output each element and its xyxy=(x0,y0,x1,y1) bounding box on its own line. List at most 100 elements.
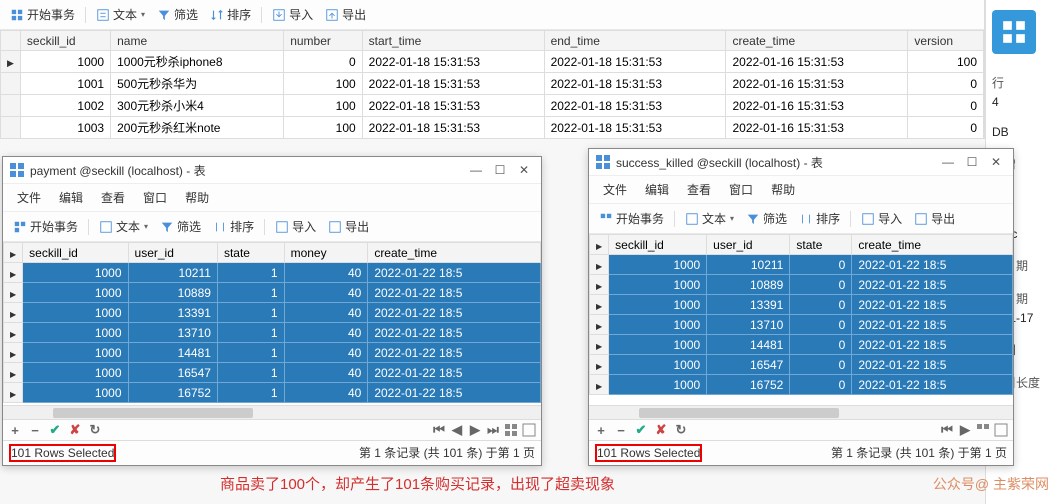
start-task-button[interactable]: 开始事务 xyxy=(9,216,82,237)
minimize-button[interactable]: — xyxy=(937,153,959,171)
table-row[interactable]: 1000133911402022-01-22 18:5 xyxy=(4,303,541,323)
export-button[interactable]: 导出 xyxy=(321,4,370,25)
text-button[interactable]: 文本▾ xyxy=(95,216,152,237)
col-header[interactable]: create_time xyxy=(852,235,1013,255)
delete-row-icon[interactable]: − xyxy=(613,422,629,438)
add-row-icon[interactable]: + xyxy=(7,422,23,438)
col-header[interactable]: seckill_id xyxy=(609,235,707,255)
col-version[interactable]: version xyxy=(908,31,984,51)
grid-view-icon[interactable] xyxy=(503,422,519,438)
close-button[interactable]: ✕ xyxy=(513,161,535,179)
table-row[interactable]: 10001088902022-01-22 18:5 xyxy=(590,275,1013,295)
col-header[interactable]: state xyxy=(217,243,284,263)
col-header[interactable]: create_time xyxy=(368,243,541,263)
cancel-icon[interactable]: ✘ xyxy=(67,422,83,438)
sort-button[interactable]: 排序 xyxy=(206,4,255,25)
horizontal-scrollbar[interactable] xyxy=(3,405,541,419)
export-button[interactable]: 导出 xyxy=(324,216,373,237)
table-row[interactable]: 1000102111402022-01-22 18:5 xyxy=(4,263,541,283)
filter-button[interactable]: 筛选 xyxy=(156,216,205,237)
start-task-button[interactable]: 开始事务 xyxy=(6,4,79,25)
success-title-bar[interactable]: success_killed @seckill (localhost) - 表 … xyxy=(589,149,1013,176)
filter-button[interactable]: 筛选 xyxy=(742,208,791,229)
confirm-icon[interactable]: ✔ xyxy=(633,422,649,438)
import-label: 导入 xyxy=(289,6,313,23)
table-row[interactable]: 1000167521402022-01-22 18:5 xyxy=(4,383,541,403)
menu-item[interactable]: 查看 xyxy=(679,178,719,201)
col-start-time[interactable]: start_time xyxy=(362,31,544,51)
table-row[interactable]: 10001675202022-01-22 18:5 xyxy=(590,375,1013,395)
menu-item[interactable]: 查看 xyxy=(93,186,133,209)
sort-button[interactable]: 排序 xyxy=(209,216,258,237)
add-row-icon[interactable]: + xyxy=(593,422,609,438)
export-label: 导出 xyxy=(342,6,366,23)
grid-view-icon[interactable] xyxy=(975,422,991,438)
horizontal-scrollbar[interactable] xyxy=(589,405,1013,419)
page-first-icon[interactable]: ⏮ xyxy=(431,422,447,438)
table-row[interactable]: 10001448102022-01-22 18:5 xyxy=(590,335,1013,355)
menu-item[interactable]: 帮助 xyxy=(177,186,217,209)
menu-item[interactable]: 文件 xyxy=(9,186,49,209)
delete-row-icon[interactable]: − xyxy=(27,422,43,438)
col-create-time[interactable]: create_time xyxy=(726,31,908,51)
table-row[interactable]: 1002300元秒杀小米41002022-01-18 15:31:532022-… xyxy=(1,95,984,117)
refresh-icon[interactable]: ↻ xyxy=(673,422,689,438)
form-view-icon[interactable] xyxy=(993,422,1009,438)
form-view-icon[interactable] xyxy=(521,422,537,438)
import-button[interactable]: 导入 xyxy=(268,4,317,25)
filter-button[interactable]: 筛选 xyxy=(153,4,202,25)
sort-button[interactable]: 排序 xyxy=(795,208,844,229)
success-title: success_killed @seckill (localhost) - 表 xyxy=(616,154,937,171)
cancel-icon[interactable]: ✘ xyxy=(653,422,669,438)
table-row[interactable]: 1000108891402022-01-22 18:5 xyxy=(4,283,541,303)
page-prev-icon[interactable]: ◀ xyxy=(449,422,465,438)
confirm-icon[interactable]: ✔ xyxy=(47,422,63,438)
start-task-button[interactable]: 开始事务 xyxy=(595,208,668,229)
col-header[interactable]: user_id xyxy=(707,235,790,255)
table-row[interactable]: 1000137101402022-01-22 18:5 xyxy=(4,323,541,343)
menu-item[interactable]: 文件 xyxy=(595,178,635,201)
minimize-button[interactable]: — xyxy=(465,161,487,179)
import-button[interactable]: 导入 xyxy=(271,216,320,237)
export-icon xyxy=(328,220,342,234)
col-end-time[interactable]: end_time xyxy=(544,31,726,51)
close-button[interactable]: ✕ xyxy=(985,153,1007,171)
table-row[interactable]: 10001654702022-01-22 18:5 xyxy=(590,355,1013,375)
success-table[interactable]: seckill_iduser_idstatecreate_time 100010… xyxy=(589,234,1013,395)
refresh-icon[interactable]: ↻ xyxy=(87,422,103,438)
import-button[interactable]: 导入 xyxy=(857,208,906,229)
menu-item[interactable]: 帮助 xyxy=(763,178,803,201)
main-data-table[interactable]: seckill_id name number start_time end_ti… xyxy=(0,30,984,139)
export-button[interactable]: 导出 xyxy=(910,208,959,229)
start-task-label: 开始事务 xyxy=(27,6,75,23)
table-row[interactable]: 10001000元秒杀iphone802022-01-18 15:31:5320… xyxy=(1,51,984,73)
table-row[interactable]: 1001500元秒杀华为1002022-01-18 15:31:532022-0… xyxy=(1,73,984,95)
page-next-icon[interactable]: ▶ xyxy=(467,422,483,438)
menu-item[interactable]: 编辑 xyxy=(51,186,91,209)
col-header[interactable]: money xyxy=(284,243,368,263)
payment-title-bar[interactable]: payment @seckill (localhost) - 表 — ☐ ✕ xyxy=(3,157,541,184)
col-number[interactable]: number xyxy=(284,31,362,51)
table-row[interactable]: 1000144811402022-01-22 18:5 xyxy=(4,343,541,363)
col-header[interactable]: seckill_id xyxy=(23,243,128,263)
col-header[interactable]: user_id xyxy=(128,243,217,263)
page-first-icon[interactable]: ⏮ xyxy=(939,422,955,438)
maximize-button[interactable]: ☐ xyxy=(961,153,983,171)
table-row[interactable]: 1003200元秒杀红米note1002022-01-18 15:31:5320… xyxy=(1,117,984,139)
menu-item[interactable]: 窗口 xyxy=(135,186,175,209)
page-next-icon[interactable]: ▶ xyxy=(957,422,973,438)
page-last-icon[interactable]: ⏭ xyxy=(485,422,501,438)
col-name[interactable]: name xyxy=(111,31,284,51)
text-button[interactable]: 文本▾ xyxy=(92,4,149,25)
table-row[interactable]: 10001339102022-01-22 18:5 xyxy=(590,295,1013,315)
table-row[interactable]: 1000165471402022-01-22 18:5 xyxy=(4,363,541,383)
maximize-button[interactable]: ☐ xyxy=(489,161,511,179)
payment-table[interactable]: seckill_iduser_idstatemoneycreate_time 1… xyxy=(3,242,541,403)
menu-item[interactable]: 窗口 xyxy=(721,178,761,201)
col-header[interactable]: state xyxy=(790,235,852,255)
table-row[interactable]: 10001371002022-01-22 18:5 xyxy=(590,315,1013,335)
col-seckill-id[interactable]: seckill_id xyxy=(20,31,110,51)
text-button[interactable]: 文本▾ xyxy=(681,208,738,229)
menu-item[interactable]: 编辑 xyxy=(637,178,677,201)
table-row[interactable]: 10001021102022-01-22 18:5 xyxy=(590,255,1013,275)
